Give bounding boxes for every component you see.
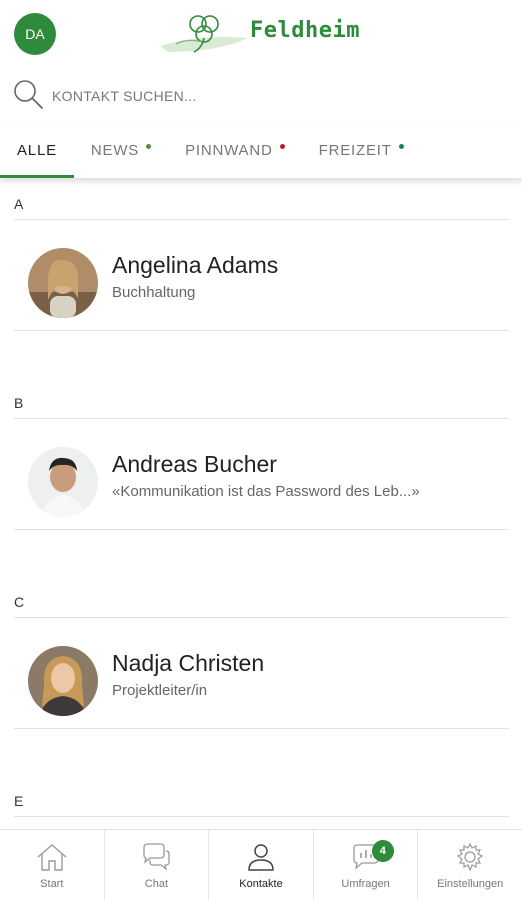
feldheim-logo: Feldheim xyxy=(158,8,368,58)
divider xyxy=(14,330,509,331)
user-initials: DA xyxy=(25,26,45,42)
nav-umfragen[interactable]: 4 Umfragen xyxy=(314,830,419,900)
contact-subtitle: Projektleiter/in xyxy=(112,682,208,699)
bottom-navigation: Start Chat Kontakte 4 Umfragen Einstellu… xyxy=(0,829,522,900)
home-icon xyxy=(37,844,67,871)
gear-icon xyxy=(457,842,484,872)
tab-label: FREIZEIT xyxy=(318,141,392,159)
filter-tabs: ALLE NEWS PINNWAND FREIZEIT xyxy=(0,122,522,178)
section-letter: E xyxy=(14,793,24,809)
notification-badge: 4 xyxy=(371,840,394,862)
nav-label: Einstellungen xyxy=(437,878,504,890)
nav-label: Chat xyxy=(144,878,169,890)
tab-pinnwand[interactable]: PINNWAND xyxy=(168,122,302,178)
tab-news[interactable]: NEWS xyxy=(74,122,168,178)
tab-label: PINNWAND xyxy=(185,141,273,159)
nav-label: Umfragen xyxy=(341,878,390,890)
contact-angelina-adams[interactable]: Angelina Adams Buchhaltung xyxy=(14,220,509,330)
divider xyxy=(14,529,509,530)
search-input[interactable] xyxy=(52,82,492,110)
logo-text: Feldheim xyxy=(250,18,360,43)
nav-start[interactable]: Start xyxy=(0,830,105,900)
tab-freizeit[interactable]: FREIZEIT xyxy=(302,122,421,178)
section-letter: C xyxy=(14,594,25,610)
divider xyxy=(14,728,509,729)
contact-search xyxy=(0,72,522,120)
freizeit-indicator-dot xyxy=(398,143,404,149)
avatar xyxy=(28,447,98,517)
contact-name: Nadja Christen xyxy=(112,650,265,676)
section-letter: A xyxy=(14,196,24,212)
chat-icon xyxy=(143,843,171,871)
contact-name: Andreas Bucher xyxy=(112,451,277,477)
nav-label: Kontakte xyxy=(239,878,283,890)
nav-kontakte[interactable]: Kontakte xyxy=(209,830,314,900)
app-header: DA Feldheim xyxy=(0,0,522,68)
contact-name: Angelina Adams xyxy=(112,252,279,278)
avatar xyxy=(28,646,98,716)
person-icon xyxy=(248,844,274,871)
tab-alle[interactable]: ALLE xyxy=(0,122,74,178)
contact-subtitle: Buchhaltung xyxy=(112,284,196,301)
news-indicator-dot xyxy=(146,143,152,149)
tab-label: NEWS xyxy=(90,141,140,159)
contact-subtitle: «Kommunikation ist das Password des Leb.… xyxy=(112,483,420,500)
tab-label: ALLE xyxy=(17,141,57,159)
search-icon[interactable] xyxy=(12,78,46,112)
nav-einstellungen[interactable]: Einstellungen xyxy=(418,830,522,900)
avatar xyxy=(28,248,98,318)
user-avatar[interactable]: DA xyxy=(14,13,56,55)
nav-label: Start xyxy=(40,878,64,890)
contact-nadja-christen[interactable]: Nadja Christen Projektleiter/in xyxy=(14,618,509,728)
pinnwand-indicator-dot xyxy=(279,143,285,149)
clover-logo-icon xyxy=(160,15,248,53)
contact-andreas-bucher[interactable]: Andreas Bucher «Kommunikation ist das Pa… xyxy=(14,419,509,529)
nav-chat[interactable]: Chat xyxy=(105,830,210,900)
section-letter: B xyxy=(14,395,24,411)
divider xyxy=(14,816,509,817)
